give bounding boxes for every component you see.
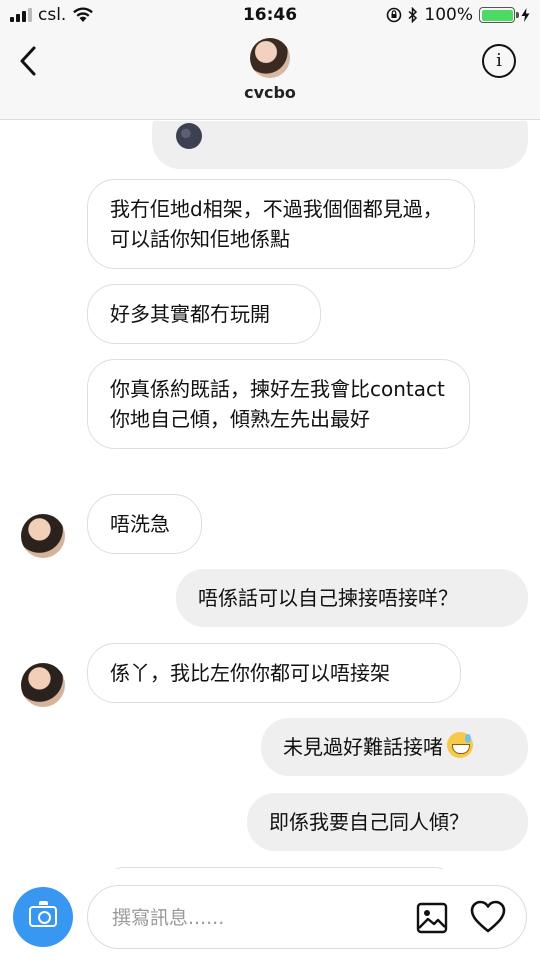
info-button[interactable]: i [482,44,516,78]
message-text: 唔係話可以自己揀接唔接咩？ [198,586,458,610]
message-bubble-received[interactable]: 好多其實都冇玩開 [87,284,321,344]
message-text: 我冇佢地d相架，不過我個個都見過，可以話你知佢地係點 [110,197,443,251]
message-bubble-received[interactable]: 你真係約既話，揀好左我會比contact你地自己傾，傾熟左先出最好 [87,359,470,449]
battery-level [481,9,513,21]
lock-rotation-icon [387,7,402,23]
message-text: 未見過好難話接啫 [283,735,443,759]
message-bubble-sent[interactable] [152,121,528,169]
header-avatar[interactable] [250,38,290,78]
battery-percent: 100% [424,5,473,25]
message-bubble-sent[interactable]: 唔係話可以自己揀接唔接咩？ [176,569,528,627]
message-bubble-sent[interactable]: 即係我要自己同人傾？ [247,793,528,851]
message-bubble-sent[interactable]: 未見過好難話接啫 [261,718,528,776]
bluetooth-icon [408,7,418,23]
charging-icon [521,8,530,22]
heart-icon [470,900,506,933]
back-button[interactable] [14,44,44,78]
new-moon-face-icon [176,123,202,149]
message-input-box[interactable] [87,885,527,949]
chat-header: cvcbo i [0,30,540,120]
info-icon: i [496,50,502,71]
message-bubble-received[interactable]: 係丫，我比左你你都可以唔接架 [87,643,461,703]
chevron-left-icon [20,46,36,76]
message-text: 唔洗急 [110,512,170,536]
heart-button[interactable] [470,900,506,934]
message-text: 好多其實都冇玩開 [110,302,270,326]
chat-username[interactable]: cvcbo [0,83,540,102]
message-bubble-received-partial[interactable] [97,867,461,869]
battery-icon [479,7,519,23]
message-bubble-received[interactable]: 我冇佢地d相架，不過我個個都見過，可以話你知佢地係點 [87,179,475,269]
message-text: 係丫，我比左你你都可以唔接架 [110,661,390,685]
camera-button[interactable] [13,887,73,947]
message-text: 即係我要自己同人傾？ [269,810,469,834]
grinning-sweat-icon [447,732,473,758]
message-text: 你真係約既話，揀好左我會比contact你地自己傾，傾熟左先出最好 [110,377,445,431]
message-bubble-received[interactable]: 唔洗急 [87,494,202,554]
status-right: 100% [386,5,530,25]
sender-avatar[interactable] [21,514,65,558]
sender-avatar[interactable] [21,663,65,707]
message-list[interactable]: 我冇佢地d相架，不過我個個都見過，可以話你知佢地係點 好多其實都冇玩開 你真係約… [0,121,540,869]
gallery-icon [416,902,448,934]
camera-icon [29,901,57,927]
status-bar: csl. 16:46 100% [0,0,540,30]
message-composer [0,870,540,960]
message-input[interactable] [112,900,392,936]
gallery-button[interactable] [416,902,448,934]
